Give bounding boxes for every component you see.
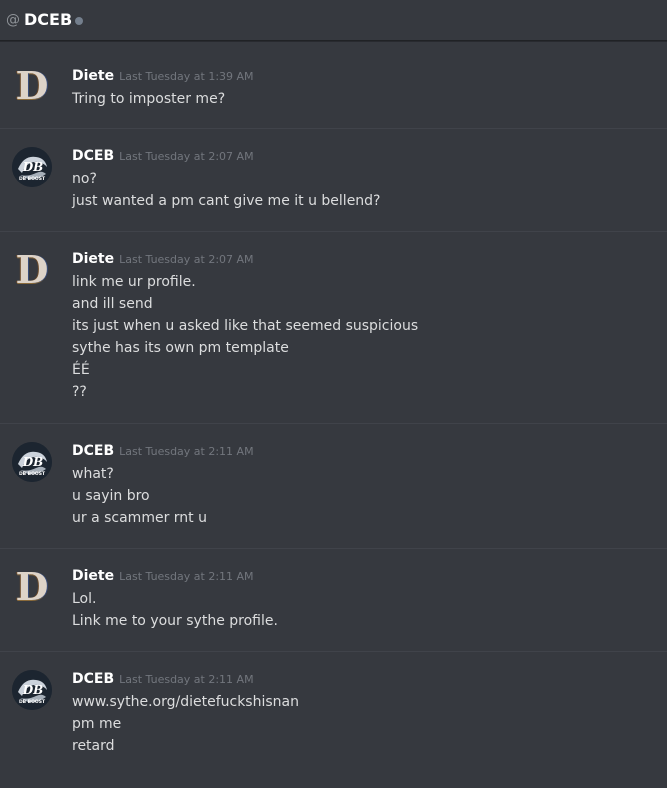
message-author[interactable]: Diete Last Tuesday at 2:11 AM xyxy=(72,567,254,586)
message-line: its just when u asked like that seemed s… xyxy=(72,318,419,334)
message-line: u sayin bro xyxy=(72,488,150,504)
message-line: Tring to imposter me? xyxy=(72,91,226,107)
author-name[interactable]: DCEB xyxy=(72,671,114,687)
message-line: ÉÉ xyxy=(72,362,90,378)
dceb-logo-sub: DB BOOST xyxy=(19,699,46,705)
message-timestamp: Last Tuesday at 2:11 AM xyxy=(119,445,254,458)
message-line: what? xyxy=(72,466,114,482)
message-line: ?? xyxy=(72,384,87,400)
message-line: pm me xyxy=(72,716,122,732)
message-line: www.sythe.org/dietefuckshisnan xyxy=(72,694,299,710)
author-name[interactable]: Diete xyxy=(72,68,114,84)
message-author[interactable]: DCEB Last Tuesday at 2:07 AM xyxy=(72,147,254,166)
message-line: retard xyxy=(72,738,115,754)
dceb-logo-text: DB xyxy=(22,160,44,174)
message-divider xyxy=(0,128,667,129)
avatar-diete[interactable]: D xyxy=(12,250,52,290)
avatar-diete[interactable]: D xyxy=(12,567,52,607)
avatar-dceb[interactable]: DB DB BOOST xyxy=(12,442,52,482)
message-line: and ill send xyxy=(72,296,153,312)
message-author[interactable]: DCEB Last Tuesday at 2:11 AM xyxy=(72,670,254,689)
message-timestamp: Last Tuesday at 1:39 AM xyxy=(119,70,254,83)
author-name[interactable]: Diete xyxy=(72,568,114,584)
at-icon: @ xyxy=(6,12,20,28)
message-line: sythe has its own pm template xyxy=(72,340,289,356)
dceb-logo-sub: DB BOOST xyxy=(19,176,46,182)
message-line: Lol. xyxy=(72,591,97,607)
avatar-dceb[interactable]: DB DB BOOST xyxy=(12,147,52,187)
message-divider xyxy=(0,231,667,232)
message-author[interactable]: Diete Last Tuesday at 1:39 AM xyxy=(72,67,254,86)
message-divider xyxy=(0,651,667,652)
message-line: just wanted a pm cant give me it u belle… xyxy=(72,193,381,209)
message-author[interactable]: Diete Last Tuesday at 2:07 AM xyxy=(72,250,254,269)
avatar-diete[interactable]: D xyxy=(12,66,52,106)
message-timestamp: Last Tuesday at 2:11 AM xyxy=(119,673,254,686)
status-dot-icon xyxy=(75,16,84,25)
avatar-dceb[interactable]: DB DB BOOST xyxy=(12,670,52,710)
message-list[interactable]: D Diete Last Tuesday at 1:39 AM Tring to … xyxy=(0,48,667,788)
dceb-logo-text: DB xyxy=(22,455,44,469)
message-timestamp: Last Tuesday at 2:11 AM xyxy=(119,570,254,583)
message-line: no? xyxy=(72,171,97,187)
dceb-logo-text: DB xyxy=(22,683,44,697)
message-line: link me ur profile. xyxy=(72,274,196,290)
channel-header: @ DCEB xyxy=(0,0,667,41)
dceb-logo-sub: DB BOOST xyxy=(19,471,46,477)
message-line: Link me to your sythe profile. xyxy=(72,613,278,629)
message-author[interactable]: DCEB Last Tuesday at 2:11 AM xyxy=(72,442,254,461)
channel-name[interactable]: DCEB xyxy=(24,12,72,28)
message-divider xyxy=(0,423,667,424)
message-line: ur a scammer rnt u xyxy=(72,510,207,526)
author-name[interactable]: Diete xyxy=(72,251,114,267)
message-divider xyxy=(0,548,667,549)
message-timestamp: Last Tuesday at 2:07 AM xyxy=(119,253,254,266)
author-name[interactable]: DCEB xyxy=(72,148,114,164)
message-timestamp: Last Tuesday at 2:07 AM xyxy=(119,150,254,163)
author-name[interactable]: DCEB xyxy=(72,443,114,459)
